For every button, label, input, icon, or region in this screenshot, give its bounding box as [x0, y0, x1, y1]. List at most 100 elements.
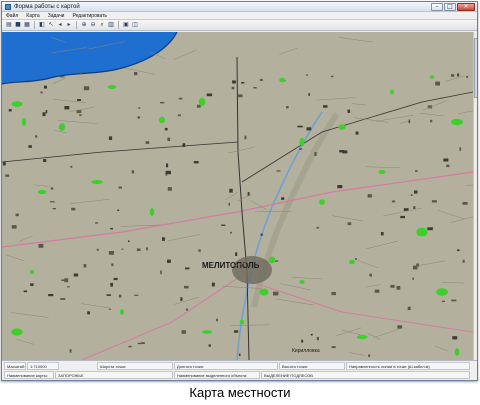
- settlement-mark: [427, 227, 433, 231]
- forest-patch: [416, 227, 428, 237]
- settlement-mark: [64, 278, 69, 283]
- settlement-mark: [28, 145, 32, 148]
- settlement-mark: [367, 194, 372, 198]
- settlement-mark: [67, 286, 70, 288]
- status-row-top: Масштаб: 1:710000 Широта точки: Долгота …: [2, 362, 477, 371]
- settlement-mark: [35, 135, 38, 138]
- forest-patch: [378, 169, 386, 175]
- settlement-mark: [231, 86, 235, 90]
- info-icon[interactable]: ◫: [131, 21, 139, 29]
- settlement-mark: [339, 150, 345, 153]
- settlement-mark: [380, 232, 384, 236]
- settlement-mark: [443, 158, 449, 162]
- settlement-mark: [164, 127, 168, 131]
- settlement-mark: [137, 116, 140, 119]
- settlement-mark: [408, 119, 411, 124]
- settlement-mark: [274, 260, 279, 262]
- settlement-mark: [136, 248, 141, 251]
- settlement-mark: [165, 170, 171, 175]
- settlement-mark: [232, 80, 236, 84]
- settlement-mark: [308, 93, 310, 96]
- grid-icon[interactable]: ▥: [107, 21, 115, 29]
- open-icon[interactable]: ▤: [5, 21, 13, 29]
- longitude-label: Долгота точки:: [174, 362, 278, 370]
- settlement-mark: [216, 318, 218, 322]
- settlement-mark: [244, 135, 247, 140]
- settlement-mark: [40, 91, 43, 94]
- settlement-mark: [48, 294, 54, 297]
- settlement-mark: [260, 233, 263, 236]
- menu-map[interactable]: Карта: [26, 12, 39, 19]
- settlement-mark: [138, 107, 141, 109]
- settlement-mark: [43, 159, 47, 162]
- zoom-in-icon[interactable]: ⊕: [80, 21, 88, 29]
- settlement-mark: [167, 187, 172, 191]
- map-name-value: ЗАПОРОЖЬЕ: [55, 371, 173, 379]
- map-scrollbar[interactable]: [473, 32, 477, 360]
- menu-edit[interactable]: Редактировать: [72, 12, 107, 19]
- settlement-mark: [238, 353, 241, 356]
- forest-patch: [11, 328, 23, 336]
- forest-patch: [454, 348, 460, 356]
- settlement-mark: [446, 164, 450, 168]
- settlement-mark: [253, 87, 257, 89]
- forest-patch: [58, 123, 66, 131]
- window-title: Форма работы с картой: [14, 4, 80, 10]
- settlement-mark: [64, 106, 70, 110]
- forest-patch: [37, 189, 47, 195]
- back-icon[interactable]: ◂: [56, 21, 64, 29]
- direction-hint: Направленность линии в точке (Ш.кабел.м): [346, 362, 470, 370]
- pointer-icon[interactable]: ↖: [47, 21, 55, 29]
- settlement-mark: [234, 330, 239, 333]
- forest-patch: [202, 330, 212, 334]
- settlement-mark: [182, 143, 186, 147]
- settlement-mark: [435, 81, 440, 86]
- settlement-mark: [146, 247, 148, 251]
- map-canvas[interactable]: МЕЛИТОПОЛЬ Кирилловка: [2, 32, 473, 360]
- settlement-mark: [87, 311, 90, 315]
- menu-bar: Файл Карта Задачи Редактировать: [2, 12, 477, 20]
- zoom-out-icon[interactable]: ⊖: [89, 21, 97, 29]
- print-icon[interactable]: ▦: [23, 21, 31, 29]
- minimize-button[interactable]: –: [431, 3, 443, 11]
- settlement-mark: [374, 289, 380, 293]
- forest-patch: [29, 269, 35, 275]
- forest-patch: [299, 280, 305, 284]
- settlement-mark: [73, 273, 79, 277]
- settlement-mark: [38, 243, 44, 248]
- select-icon[interactable]: ▣: [122, 21, 130, 29]
- toolbar-separator: [34, 21, 35, 29]
- settlement-mark: [457, 249, 460, 252]
- title-bar[interactable]: Форма работы с картой – □ ✕: [2, 2, 477, 12]
- settlement-mark: [457, 73, 460, 77]
- layers-icon[interactable]: ◧: [38, 21, 46, 29]
- scrollbar-thumb[interactable]: [474, 38, 477, 98]
- settlement-mark: [462, 202, 468, 205]
- forest-patch: [390, 89, 394, 95]
- settlement-mark: [137, 342, 143, 345]
- forest-patch: [11, 101, 23, 107]
- maximize-button[interactable]: □: [444, 3, 456, 11]
- settlement-mark: [128, 240, 130, 243]
- forward-icon[interactable]: ▸: [65, 21, 73, 29]
- search-icon[interactable]: ⌕: [98, 21, 106, 29]
- settlement-mark: [193, 161, 199, 164]
- settlement-mark: [390, 284, 395, 288]
- settlement-mark: [52, 208, 56, 210]
- settlement-mark: [347, 222, 352, 226]
- settlement-mark: [131, 170, 135, 174]
- settlement-mark: [106, 294, 111, 296]
- menu-file[interactable]: Файл: [6, 12, 18, 19]
- settlement-mark: [331, 292, 336, 296]
- save-icon[interactable]: ■: [14, 21, 22, 29]
- settlement-mark: [235, 252, 238, 256]
- settlement-mark: [23, 290, 28, 293]
- settlement-mark: [167, 259, 171, 263]
- forest-patch: [198, 97, 206, 107]
- menu-tasks[interactable]: Задачи: [48, 12, 65, 19]
- settlement-mark: [185, 267, 190, 270]
- status-bar: Масштаб: 1:710000 Широта точки: Долгота …: [2, 360, 477, 380]
- forest-patch: [338, 124, 346, 130]
- settlement-mark: [5, 174, 10, 177]
- close-button[interactable]: ✕: [457, 3, 475, 11]
